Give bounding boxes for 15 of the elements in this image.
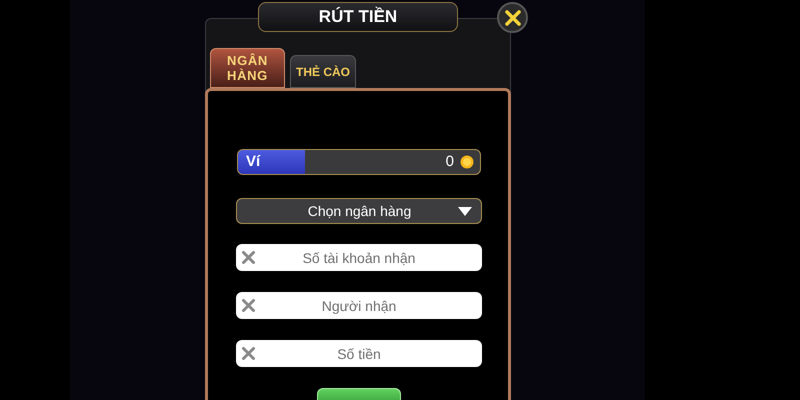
coin-icon [460,155,474,169]
input-field[interactable]: Người nhận [236,292,482,319]
close-icon [504,10,520,26]
wallet-label: Ví [238,150,305,174]
wallet-amount: 0 [446,152,454,172]
bank-dropdown[interactable]: Chọn ngân hàng [236,198,482,224]
caret-icon [458,206,472,216]
tab[interactable]: THẺ CÀO [290,55,356,88]
input-field[interactable]: Số tiền [236,340,482,367]
clear-icon[interactable] [242,347,255,360]
input-field[interactable]: Số tài khoản nhận [236,244,482,271]
clear-icon[interactable] [242,299,255,312]
clear-icon[interactable] [242,251,255,264]
dialog-title: RÚT TIỀN [258,2,458,32]
tab[interactable]: NGÂN HÀNG [210,48,285,88]
